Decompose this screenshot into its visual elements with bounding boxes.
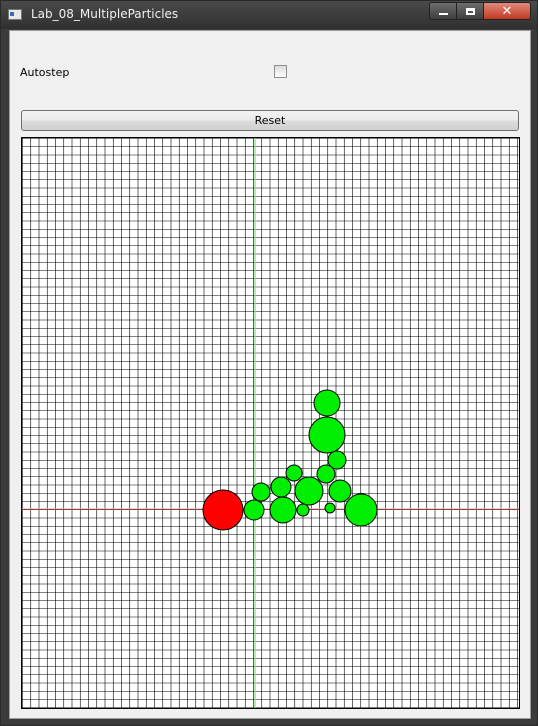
particle-green (243, 499, 265, 521)
particle-green (316, 464, 336, 484)
particle-green (313, 389, 341, 417)
particle-green (296, 503, 310, 517)
client-area: Autostep Reset (9, 30, 531, 719)
particle-green (324, 502, 336, 514)
app-window: Lab_08_MultipleParticles ✕ Autostep Rese… (0, 0, 538, 726)
autostep-checkbox[interactable] (274, 65, 287, 78)
particle-green (269, 496, 297, 524)
particle-green (344, 493, 378, 527)
minimize-icon (438, 13, 448, 15)
window-title: Lab_08_MultipleParticles (31, 7, 179, 21)
close-button[interactable]: ✕ (483, 2, 531, 20)
simulation-canvas[interactable] (21, 137, 520, 709)
particle-green (308, 416, 346, 454)
reset-button[interactable]: Reset (21, 110, 519, 131)
autostep-label: Autostep (20, 66, 70, 79)
particle-green (294, 476, 324, 506)
close-icon: ✕ (501, 3, 513, 19)
particle-green (251, 482, 271, 502)
particle-green (328, 479, 352, 503)
grid-lines (22, 138, 519, 708)
particle-green (270, 476, 292, 498)
app-icon (8, 9, 22, 20)
title-bar[interactable]: Lab_08_MultipleParticles ✕ (1, 1, 537, 29)
minimize-button[interactable] (429, 2, 457, 20)
particle-red (202, 489, 244, 531)
maximize-button[interactable] (456, 2, 484, 20)
particle-grid-svg (22, 138, 519, 708)
particle-green (285, 464, 303, 482)
maximize-icon (465, 7, 475, 15)
